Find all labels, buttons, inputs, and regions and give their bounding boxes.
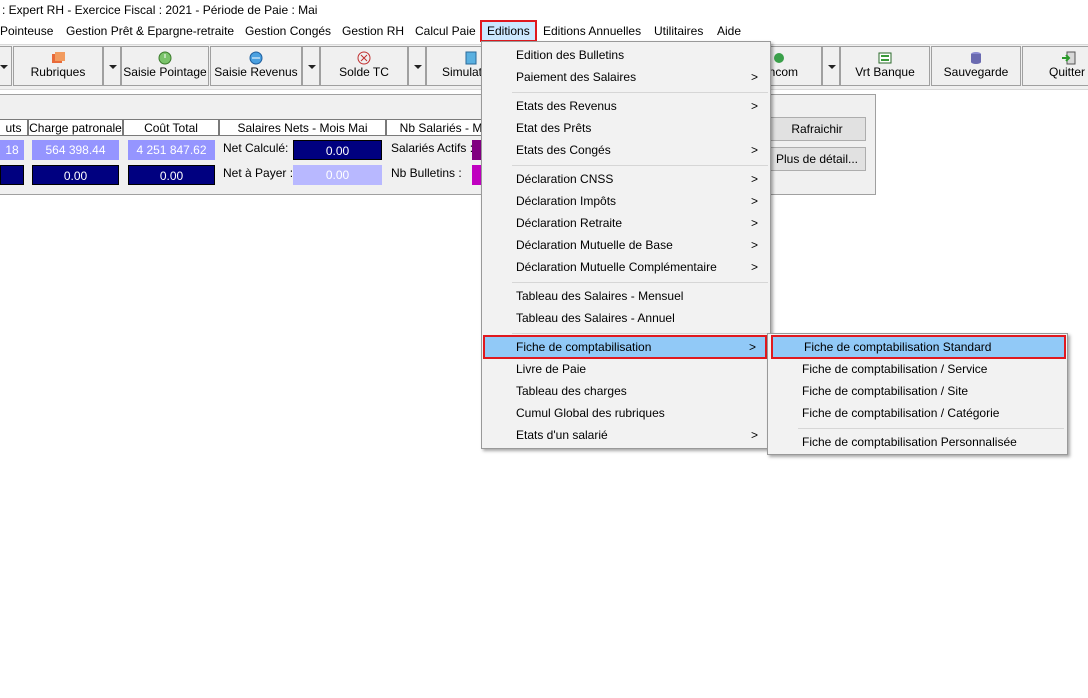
quitter-label: Quitter (1049, 65, 1086, 79)
plus-de-detail-button[interactable]: Plus de détail... (768, 147, 866, 171)
saisie-pointage-button[interactable]: Saisie Pointage (121, 46, 209, 86)
clock-icon (157, 51, 173, 65)
solde-tc-button[interactable]: Solde TC (320, 46, 408, 86)
exit-icon (1061, 51, 1077, 65)
header-nb-salaries: Nb Salariés - M (386, 119, 496, 136)
revenus-dropdown[interactable] (302, 46, 320, 86)
revenus-icon (248, 51, 264, 65)
value-cout-total-row2: 0.00 (128, 165, 215, 185)
menu-item-tableau-annuel[interactable]: Tableau des Salaires - Annuel (484, 307, 768, 329)
menu-item-tableau-charges[interactable]: Tableau des charges (484, 380, 768, 402)
value-charge-patronale: 564 398.44 (32, 140, 119, 160)
salaries-actifs-label: Salariés Actifs : (391, 141, 474, 155)
menu-item-livre-paie[interactable]: Livre de Paie (484, 358, 768, 380)
menu-item-mutuelle-complementaire[interactable]: Déclaration Mutuelle Complémentaire > (484, 256, 768, 278)
fiche-comptabilisation-submenu: Fiche de comptabilisation Standard Fiche… (767, 333, 1068, 455)
menu-editions-annuelles[interactable]: Editions Annuelles (538, 21, 646, 41)
menu-item-edition-bulletins[interactable]: Edition des Bulletins (484, 44, 768, 66)
saisie-revenus-button[interactable]: Saisie Revenus (210, 46, 302, 86)
menu-item-etats-revenus[interactable]: Etats des Revenus > (484, 95, 768, 117)
header-col0: uts (0, 119, 28, 136)
quitter-button[interactable]: Quitter (1022, 46, 1088, 86)
menu-calcul-paie[interactable]: Calcul Paie (410, 21, 481, 41)
menu-separator (512, 165, 768, 166)
submenu-item-personnalisee[interactable]: Fiche de comptabilisation Personnalisée (770, 431, 1065, 453)
bancom-dropdown[interactable] (822, 46, 840, 86)
menu-item-paiement-salaires[interactable]: Paiement des Salaires > (484, 66, 768, 88)
toolbar-dropdown[interactable] (0, 46, 12, 86)
menu-item-declaration-retraite[interactable]: Déclaration Retraite > (484, 212, 768, 234)
simulation-button[interactable]: Simulati (426, 46, 485, 86)
value-cout-total: 4 251 847.62 (128, 140, 215, 160)
value-col0-row2 (0, 165, 24, 185)
database-icon (968, 51, 984, 65)
menu-bar: Pointeuse Gestion Prêt & Epargne-retrait… (0, 20, 1088, 42)
header-charge-patronale: Charge patronale (28, 119, 123, 136)
submenu-item-standard[interactable]: Fiche de comptabilisation Standard (771, 335, 1066, 359)
bank-icon (877, 51, 893, 65)
menu-gestion-pret[interactable]: Gestion Prêt & Epargne-retraite (61, 21, 239, 41)
net-a-payer-label: Net à Payer : (223, 166, 294, 180)
saisie-pointage-label: Saisie Pointage (123, 65, 207, 79)
menu-separator (512, 333, 768, 334)
solde-tc-label: Solde TC (339, 65, 389, 79)
vrt-banque-label: Vrt Banque (855, 65, 915, 79)
menu-separator (512, 92, 768, 93)
rubriques-button[interactable]: Rubriques (13, 46, 103, 86)
menu-item-declaration-impots[interactable]: Déclaration Impôts > (484, 190, 768, 212)
vrt-banque-button[interactable]: Vrt Banque (840, 46, 930, 86)
submenu-item-categorie[interactable]: Fiche de comptabilisation / Catégorie (770, 402, 1065, 424)
window-title: : Expert RH - Exercice Fiscal : 2021 - P… (0, 0, 1088, 20)
menu-gestion-conges[interactable]: Gestion Congés (240, 21, 336, 41)
calculator-icon (463, 51, 479, 65)
value-col0-row1: 18 (0, 140, 24, 160)
sauvegarde-label: Sauvegarde (943, 65, 1009, 79)
menu-item-mutuelle-base[interactable]: Déclaration Mutuelle de Base > (484, 234, 768, 256)
submenu-item-site[interactable]: Fiche de comptabilisation / Site (770, 380, 1065, 402)
rubriques-dropdown[interactable] (103, 46, 121, 86)
menu-item-fiche-comptabilisation[interactable]: Fiche de comptabilisation > (483, 335, 767, 359)
nb-bulletins-label: Nb Bulletins : (391, 166, 462, 180)
menu-item-tableau-mensuel[interactable]: Tableau des Salaires - Mensuel (484, 285, 768, 307)
menu-item-cumul-global[interactable]: Cumul Global des rubriques (484, 402, 768, 424)
simulation-label: Simulati (442, 65, 485, 79)
net-calcule-label: Net Calculé: (223, 141, 289, 155)
bancom-icon (771, 51, 787, 65)
header-cout-total: Coût Total (123, 119, 219, 136)
menu-pointeuse[interactable]: Pointeuse (0, 21, 58, 41)
editions-menu: Edition des Bulletins Paiement des Salai… (481, 41, 771, 449)
submenu-item-service[interactable]: Fiche de comptabilisation / Service (770, 358, 1065, 380)
menu-item-declaration-cnss[interactable]: Déclaration CNSS > (484, 168, 768, 190)
solde-dropdown[interactable] (408, 46, 426, 86)
menu-separator (798, 428, 1064, 429)
rubriques-icon (50, 51, 66, 65)
header-salaires-nets: Salaires Nets - Mois Mai (219, 119, 386, 136)
solde-icon (356, 51, 372, 65)
menu-separator (512, 282, 768, 283)
net-calcule-value: 0.00 (293, 140, 382, 160)
sauvegarde-button[interactable]: Sauvegarde (931, 46, 1021, 86)
menu-gestion-rh[interactable]: Gestion RH (337, 21, 409, 41)
menu-item-etat-prets[interactable]: Etat des Prêts (484, 117, 768, 139)
rubriques-label: Rubriques (30, 65, 86, 79)
net-a-payer-value: 0.00 (293, 165, 382, 185)
menu-item-etats-salarie[interactable]: Etats d'un salarié > (484, 424, 768, 446)
menu-utilitaires[interactable]: Utilitaires (649, 21, 708, 41)
value-charge-patronale-row2: 0.00 (32, 165, 119, 185)
saisie-revenus-label: Saisie Revenus (214, 65, 298, 79)
menu-editions[interactable]: Editions (480, 20, 537, 42)
menu-aide[interactable]: Aide (712, 21, 746, 41)
rafraichir-button[interactable]: Rafraichir (768, 117, 866, 141)
menu-item-etats-conges[interactable]: Etats des Congés > (484, 139, 768, 161)
